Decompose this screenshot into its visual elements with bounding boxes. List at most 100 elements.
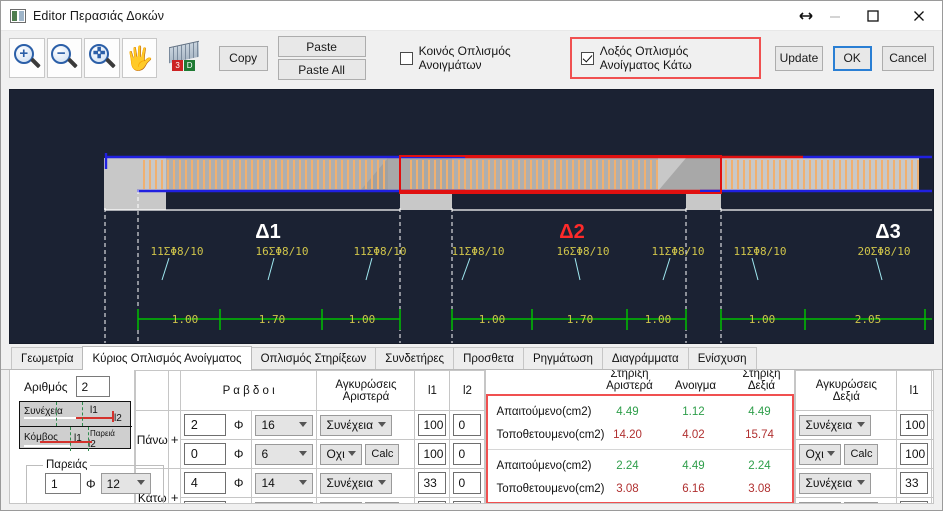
- anchor-left-l1-input[interactable]: 100: [418, 443, 447, 465]
- dimension-value: 1.00: [749, 313, 776, 326]
- tab-geometria[interactable]: Γεωμετρία: [11, 347, 84, 369]
- anchor-right-type-select[interactable]: Συνέχεια: [799, 414, 872, 436]
- pareia-count-input[interactable]: 1: [45, 473, 81, 494]
- dimension-row-1: [137, 309, 932, 330]
- number-input[interactable]: 2: [75, 376, 110, 397]
- app-window-icon: [10, 8, 26, 23]
- chevron-down-icon: [378, 421, 387, 427]
- tab-enisxysi[interactable]: Ενίσχυση: [687, 347, 757, 369]
- tab-prostheta[interactable]: Προσθετα: [453, 347, 524, 369]
- update-button[interactable]: Update: [775, 45, 823, 71]
- pareia-diameter-select[interactable]: 12: [100, 473, 151, 494]
- bars-count-cell: 0 Φ: [179, 439, 253, 469]
- zoom-out-button[interactable]: −: [46, 38, 83, 78]
- bar-diameter-select[interactable]: 6: [255, 443, 314, 465]
- bar-count-input[interactable]: 0: [183, 443, 226, 465]
- anchorage-left-line1: Αγκυρώσεις: [335, 378, 397, 391]
- l1-header-right: l1: [896, 370, 933, 411]
- view-3d-button[interactable]: 3 D: [168, 38, 203, 78]
- ok-button[interactable]: OK: [832, 45, 872, 71]
- anchorage-type-diagram[interactable]: Συνέχεια l1 l2 Κόμβος l1 Παρειά l2: [19, 401, 132, 451]
- common-reinforcement-label: Κοινός Οπλισμός Ανοιγμάτων: [418, 44, 511, 72]
- chevron-down-icon: [348, 450, 357, 456]
- bar-diameter-select[interactable]: 6: [255, 501, 314, 503]
- anchor-right-oxi-select[interactable]: Οχι: [799, 443, 842, 465]
- placed-value: 3.08: [748, 482, 771, 495]
- resize-icon[interactable]: [792, 1, 820, 31]
- diagram-node-row[interactable]: Κόμβος l1 Παρειά l2: [20, 426, 132, 451]
- tab-kyrios-oplismos-anoigmatos[interactable]: Κύριος Οπλισμός Ανοίγματος: [82, 346, 252, 370]
- anchor-right-l1-input[interactable]: 14: [900, 501, 929, 503]
- anchor-right-l1-input[interactable]: 100: [900, 443, 929, 465]
- anchorage-left-line2: Αριστερά: [342, 390, 390, 403]
- anchor-left-type-select[interactable]: Συνέχεια: [320, 414, 393, 436]
- tab-diagrammata[interactable]: Διαγράμματα: [601, 347, 689, 369]
- placed-label: Τοποθετουμενο(cm2): [496, 428, 605, 441]
- anchor-right-type-select[interactable]: Συνέχεια: [799, 472, 872, 494]
- anchor-left-l2-input[interactable]: 0: [453, 414, 482, 436]
- anchor-left-oxi-select[interactable]: Οχι: [320, 443, 363, 465]
- diagonal-reinforcement-checkbox[interactable]: Λοξός Οπλισμός Ανοίγματος Κάτω: [580, 44, 751, 72]
- stirrup-leaders: [161, 257, 883, 281]
- diagram-continuity-row[interactable]: Συνέχεια l1 l2: [20, 402, 132, 426]
- anchor-right-oxi-select[interactable]: Οχι: [799, 501, 842, 503]
- results-required-row: Απαιτούμενο(cm2) 2.24 4.49 2.24: [488, 454, 792, 477]
- anchor-right-type-cell: Συνέχεια: [795, 410, 898, 440]
- close-icon[interactable]: [896, 1, 942, 31]
- calc-button[interactable]: Calc: [844, 443, 879, 465]
- anchor-left-l1-input[interactable]: 33: [418, 472, 447, 494]
- copy-button[interactable]: Copy: [218, 45, 268, 71]
- anchor-left-l2-input[interactable]: 0: [453, 472, 482, 494]
- stirrup-label: 16ΣΦ8/10: [256, 245, 309, 258]
- bars-count-cell: 2 Φ: [179, 410, 253, 440]
- anchor-left-type-select[interactable]: Συνέχεια: [320, 472, 393, 494]
- anchor-right-l1-cell: 33: [896, 468, 933, 498]
- beam-drawing-canvas[interactable]: Δ1 Δ2 Δ3 11ΣΦ8/10 16ΣΦ8/10 11ΣΦ8/10 11ΣΦ…: [9, 89, 934, 344]
- anchor-left-l2-input[interactable]: 0: [453, 443, 482, 465]
- zoom-pan-button[interactable]: ✜: [84, 38, 120, 78]
- bar-diameter-select[interactable]: 14: [255, 472, 314, 494]
- common-reinforcement-checkbox[interactable]: Κοινός Οπλισμός Ανοιγμάτων: [399, 44, 548, 72]
- calc-button[interactable]: Calc: [365, 501, 400, 503]
- bar-count-input[interactable]: 0: [183, 501, 226, 503]
- anchor-left-l1-input[interactable]: 14: [418, 501, 447, 503]
- anchor-left-l1-input[interactable]: 100: [418, 414, 447, 436]
- paste-all-button[interactable]: Paste All: [277, 59, 366, 80]
- table-row: 0 Φ 6: [136, 439, 486, 469]
- anchor-left-oxi-select[interactable]: Οχι: [320, 501, 363, 503]
- 3d-view-icon: 3 D: [168, 40, 202, 73]
- bar-count-input[interactable]: 4: [183, 472, 226, 494]
- anchor-left-l2-input[interactable]: 0: [453, 501, 482, 503]
- cancel-button[interactable]: Cancel: [881, 45, 935, 71]
- anchor-right-l1-input[interactable]: 100: [900, 414, 929, 436]
- calc-button[interactable]: Calc: [844, 501, 879, 503]
- l1-header-left: l1: [414, 370, 451, 411]
- calc-button[interactable]: Calc: [365, 443, 400, 465]
- results-group-bottom: Απαιτούμενο(cm2) 2.24 4.49 2.24 Τοποθετο…: [488, 449, 793, 502]
- required-label: Απαιτούμενο(cm2): [496, 459, 592, 472]
- maximize-icon[interactable]: [850, 1, 896, 31]
- anchor-left-l2-cell: 0: [449, 468, 486, 498]
- bars-count-cell: 0 Φ: [179, 497, 253, 503]
- anchor-right-l1-input[interactable]: 33: [900, 472, 929, 494]
- stirrup-label: 11ΣΦ8/10: [452, 245, 505, 258]
- bar-count-input[interactable]: 2: [183, 414, 226, 436]
- tab-rigmatosi[interactable]: Ρηγμάτωση: [522, 347, 603, 369]
- bar-diameter-select[interactable]: 16: [255, 414, 314, 436]
- bars-diameter-cell: 16: [251, 410, 318, 440]
- required-value: 2.24: [616, 459, 639, 472]
- zoom-in-button[interactable]: +: [9, 38, 45, 78]
- anchor-right-type-value: Συνέχεια: [805, 476, 853, 490]
- tab-oplismos-stirixeon[interactable]: Οπλισμός Στηρίξεων: [250, 347, 377, 369]
- pareia-diameter-value: 12: [106, 476, 120, 491]
- anchor-left-l2-cell: 0: [449, 497, 486, 503]
- results-highlight-box: Απαιτούμενο(cm2) 4.49 1.12 4.49 Τοποθετο…: [486, 394, 795, 503]
- diagram-l1-label: l1: [90, 405, 98, 416]
- tab-syndetires[interactable]: Συνδετήρες: [375, 347, 455, 369]
- paste-button[interactable]: Paste: [277, 36, 366, 57]
- diagram-continuity-label: Συνέχεια: [24, 406, 63, 417]
- minimize-icon[interactable]: [820, 1, 850, 31]
- pan-hand-button[interactable]: 🖐: [121, 38, 158, 78]
- anchor-left-l1-cell: 100: [414, 410, 451, 440]
- plus-symbol-pano: +: [168, 410, 181, 469]
